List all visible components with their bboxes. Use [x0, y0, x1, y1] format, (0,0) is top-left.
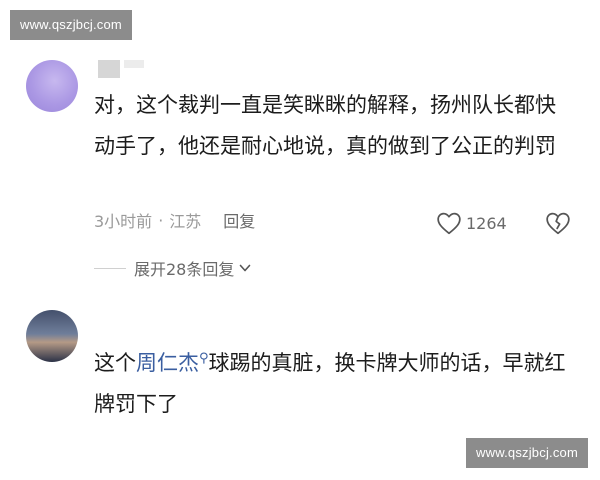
reply-button[interactable]: 回复 — [223, 212, 255, 231]
heart-outline-icon — [437, 212, 461, 235]
search-icon[interactable]: ⚲ — [199, 351, 209, 366]
comment-meta: 3小时前 · 江苏 回复 — [94, 208, 255, 232]
comment-time: 3小时前 — [94, 212, 153, 231]
divider — [94, 267, 126, 269]
watermark-top: www.qszjbcj.com — [10, 10, 132, 40]
username-redacted-tail — [124, 60, 144, 68]
avatar[interactable] — [26, 310, 78, 362]
comment-text: 这个周仁杰⚲球踢的真脏，换卡牌大师的话，早就红牌罚下了 — [94, 338, 574, 425]
comment-location: 江苏 — [169, 212, 202, 231]
like-button[interactable]: 1264 — [436, 208, 507, 238]
chevron-down-icon — [240, 264, 251, 272]
expand-replies[interactable]: 展开28条回复 — [94, 254, 252, 282]
dislike-button[interactable] — [545, 208, 571, 238]
broken-heart-icon — [546, 212, 570, 235]
comment-text: 对，这个裁判一直是笑眯眯的解释，扬州队长都快动手了，他还是耐心地说，真的做到了公… — [94, 93, 556, 158]
avatar[interactable] — [26, 60, 78, 112]
username-redacted — [98, 60, 120, 78]
like-count: 1264 — [466, 213, 507, 233]
comment-text-before: 这个 — [94, 351, 136, 375]
watermark-bottom: www.qszjbcj.com — [466, 438, 588, 468]
separator-dot: · — [158, 210, 164, 230]
expand-replies-label: 展开28条回复 — [134, 260, 235, 279]
user-mention-link[interactable]: 周仁杰 — [136, 351, 199, 375]
